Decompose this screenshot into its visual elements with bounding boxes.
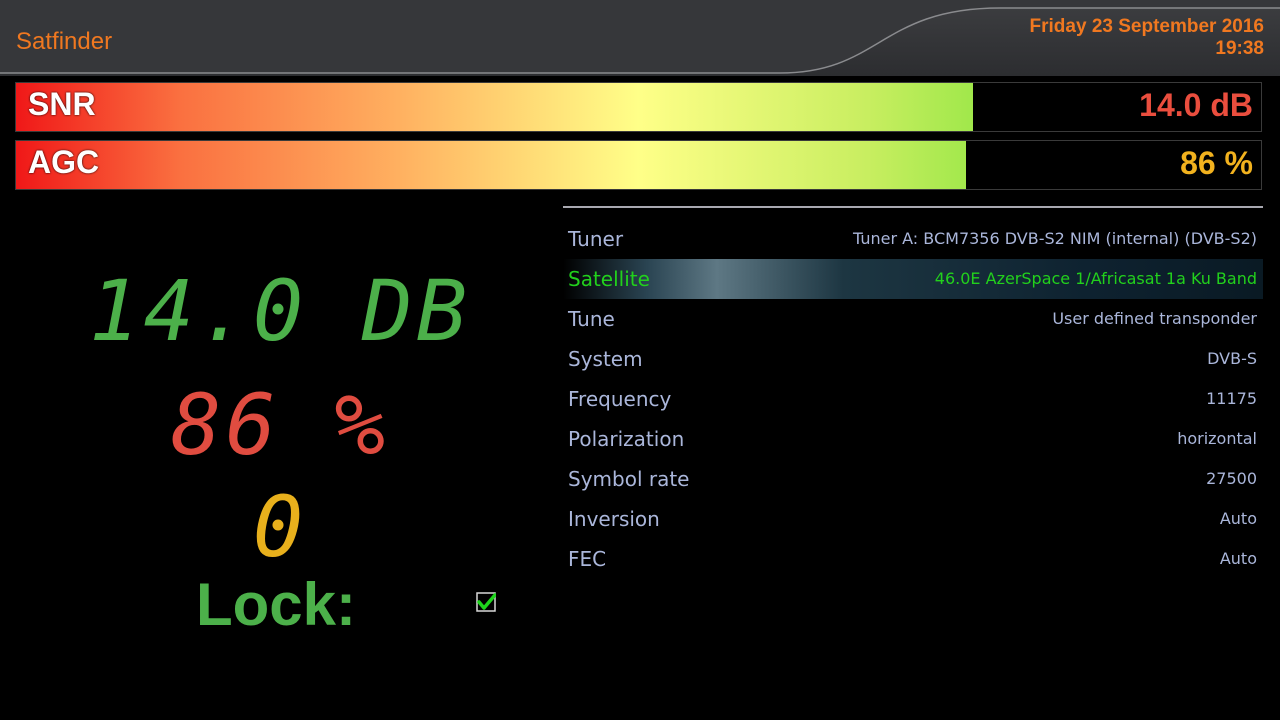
agc-readout: 86 % [170,376,390,474]
info-row-satellite[interactable]: Satellite 46.0E AzerSpace 1/Africasat 1a … [563,259,1263,299]
header-bar: Satfinder Friday 23 September 2016 19:38 [0,0,1280,76]
info-value: User defined transponder [1052,309,1257,328]
info-row-fec[interactable]: FEC Auto [563,539,1263,579]
info-label: Polarization [568,427,685,451]
info-row-system[interactable]: System DVB-S [563,339,1263,379]
info-label: Satellite [568,267,650,291]
snr-bar-label: SNR [28,86,96,122]
time-text: 19:38 [1215,38,1264,59]
info-list: Tuner Tuner A: BCM7356 DVB-S2 NIM (intern… [563,219,1263,579]
info-row-symbol-rate[interactable]: Symbol rate 27500 [563,459,1263,499]
info-label: Tuner [568,227,624,251]
info-value: Tuner A: BCM7356 DVB-S2 NIM (internal) (… [853,229,1257,248]
info-label: Frequency [568,387,672,411]
info-row-inversion[interactable]: Inversion Auto [563,499,1263,539]
agc-bar-fill [16,141,966,189]
ber-readout: 0 [252,478,308,576]
info-separator [563,206,1263,208]
snr-bar-fill [16,83,973,131]
snr-readout: 14.0 DB [88,262,471,360]
info-label: System [568,347,643,371]
info-label: Symbol rate [568,467,690,491]
info-value: horizontal [1177,429,1257,448]
info-value: 11175 [1206,389,1257,408]
checkmark-icon [476,592,496,612]
snr-bar: SNR 14.0 dB [15,82,1262,132]
info-label: Tune [568,307,615,331]
date-text: Friday 23 September 2016 [1029,16,1264,37]
info-row-polarization[interactable]: Polarization horizontal [563,419,1263,459]
info-value: Auto [1219,509,1257,528]
info-row-tune[interactable]: Tune User defined transponder [563,299,1263,339]
agc-bar: AGC 86 % [15,140,1262,190]
datetime: Friday 23 September 2016 19:38 [1030,16,1264,60]
lock-label: Lock: [196,571,357,638]
agc-bar-value: 86 % [1180,145,1253,181]
page-title: Satfinder [16,28,113,55]
snr-bar-value: 14.0 dB [1139,87,1253,123]
info-value: Auto [1219,549,1257,568]
info-label: Inversion [568,507,660,531]
info-label: FEC [568,547,607,571]
info-row-frequency[interactable]: Frequency 11175 [563,379,1263,419]
info-row-tuner[interactable]: Tuner Tuner A: BCM7356 DVB-S2 NIM (intern… [563,219,1263,259]
info-value: 46.0E AzerSpace 1/Africasat 1a Ku Band [934,269,1257,288]
agc-bar-label: AGC [28,144,100,180]
info-value: DVB-S [1207,349,1257,368]
info-value: 27500 [1206,469,1257,488]
satfinder-screen: Satfinder Friday 23 September 2016 19:38… [0,0,1280,720]
